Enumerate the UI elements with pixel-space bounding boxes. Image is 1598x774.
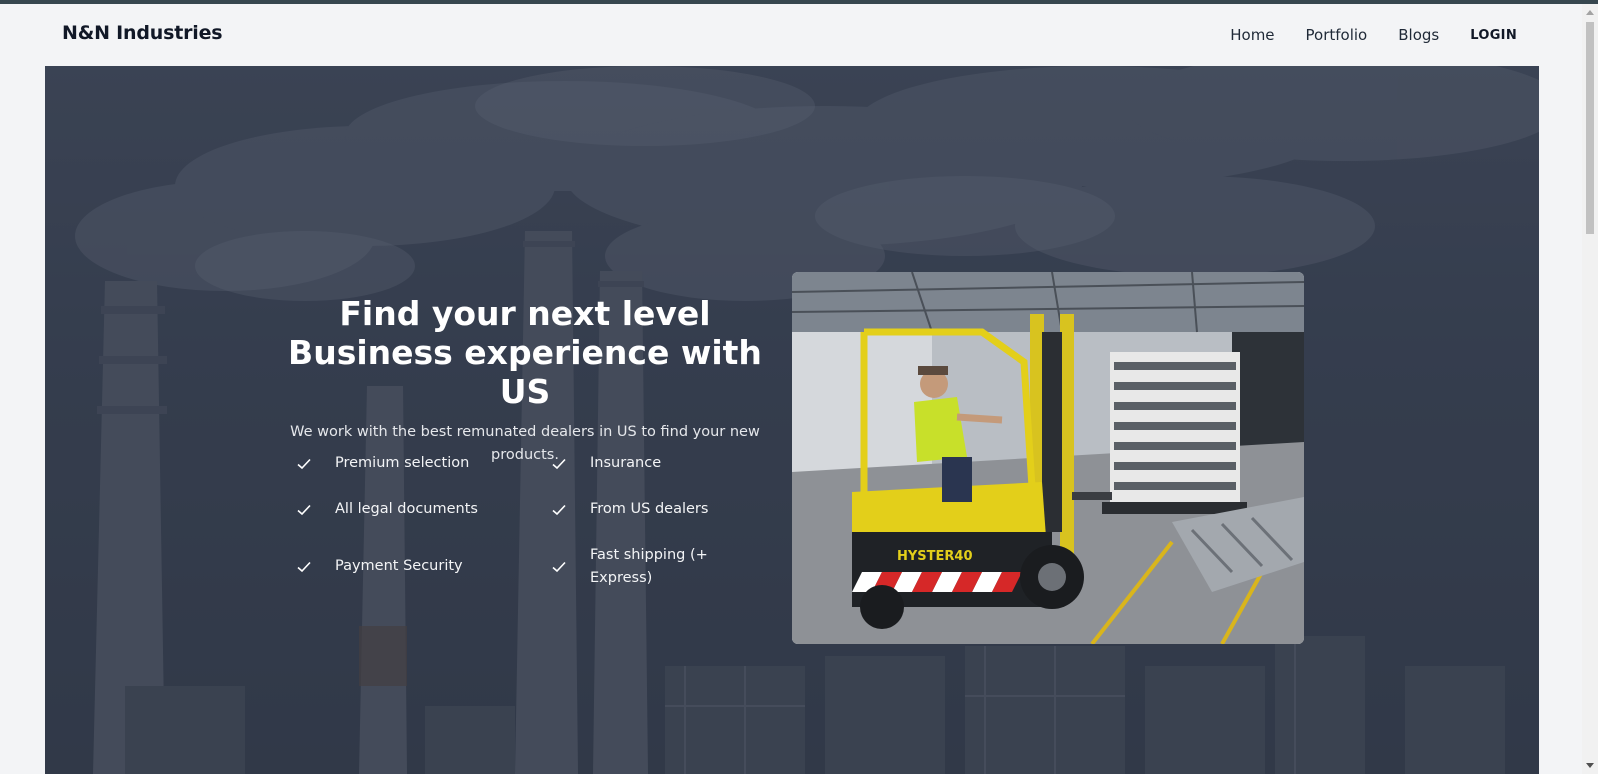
hero-section: Find your next level Business experience…: [45, 66, 1539, 774]
check-icon: [297, 458, 311, 469]
feature-label: Insurance: [590, 455, 662, 471]
main-nav: Home Portfolio Blogs LOGIN: [1230, 26, 1517, 44]
scroll-up-arrow-icon[interactable]: [1586, 10, 1594, 15]
scroll-down-arrow-icon[interactable]: [1586, 763, 1594, 768]
check-icon: [297, 504, 311, 515]
feature-item: Fast shipping (+ Express): [550, 544, 740, 590]
feature-item: All legal documents: [295, 498, 505, 521]
feature-item: Payment Security: [295, 555, 505, 578]
nav-blogs-link[interactable]: Blogs: [1398, 26, 1439, 44]
feature-item: From US dealers: [550, 498, 760, 521]
feature-item: Premium selection: [295, 452, 505, 475]
brand-logo[interactable]: N&N Industries: [62, 22, 223, 44]
check-icon: [297, 561, 311, 572]
forklift-brand-text: HYSTER40: [897, 549, 973, 564]
feature-label: All legal documents: [335, 501, 478, 517]
check-icon: [552, 504, 566, 515]
login-link[interactable]: LOGIN: [1470, 28, 1517, 43]
feature-label: Fast shipping (+ Express): [590, 547, 708, 586]
feature-label: Premium selection: [335, 455, 470, 471]
nav-portfolio-link[interactable]: Portfolio: [1306, 26, 1368, 44]
hero-title: Find your next level Business experience…: [288, 294, 762, 411]
check-icon: [552, 458, 566, 469]
forklift-illustration: HYSTER40: [792, 272, 1304, 644]
hero-text-block: Find your next level Business experience…: [277, 294, 773, 467]
check-icon: [552, 561, 566, 573]
feature-label: From US dealers: [590, 501, 709, 517]
nav-home-link[interactable]: Home: [1230, 26, 1274, 44]
scrollbar-thumb[interactable]: [1586, 22, 1594, 234]
feature-label: Payment Security: [335, 558, 463, 574]
forklift-warehouse-photo: HYSTER40: [792, 272, 1304, 644]
feature-item: Insurance: [550, 452, 760, 475]
site-header: N&N Industries Home Portfolio Blogs LOGI…: [0, 4, 1582, 66]
page-scrollbar[interactable]: [1582, 4, 1598, 774]
